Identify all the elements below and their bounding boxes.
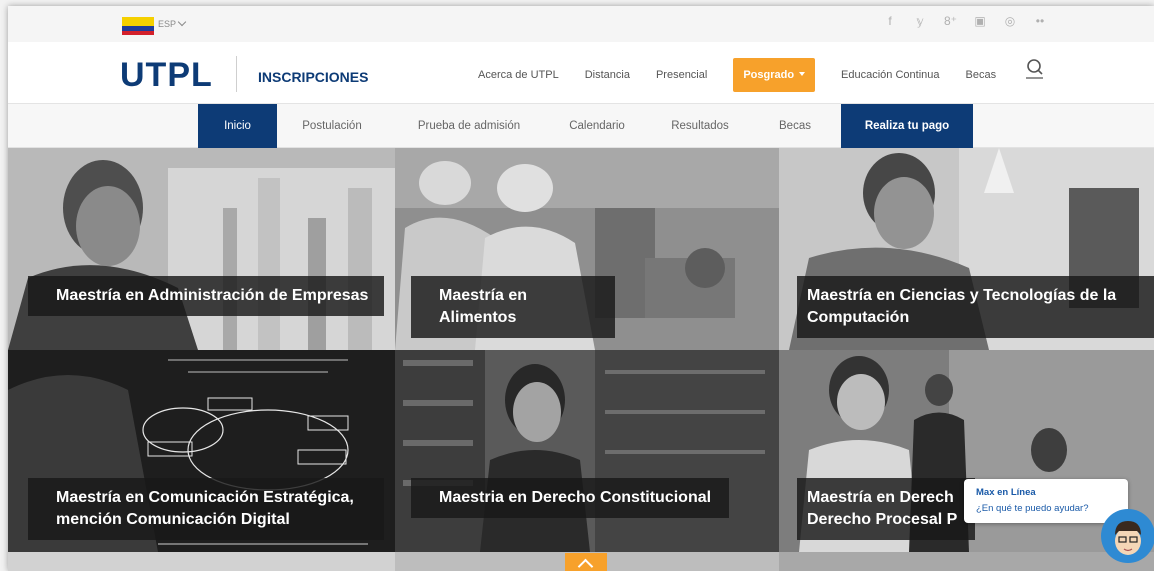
- program-title: Maestría en Administración de Empresas: [28, 276, 384, 316]
- scroll-top-button[interactable]: [565, 553, 607, 571]
- program-title: Maestría en Ciencias y Tecnologías de la…: [797, 276, 1154, 338]
- program-title-line1: Maestría en Alimentos: [439, 287, 528, 326]
- twitter-icon[interactable]: 𝕪: [914, 14, 926, 28]
- site-header: UTPL INSCRIPCIONES Acerca de UTPL Distan…: [8, 42, 1154, 104]
- program-tile-partial[interactable]: [8, 552, 395, 571]
- utpl-logo[interactable]: UTPL: [120, 56, 213, 95]
- nav-presencial[interactable]: Presencial: [656, 58, 707, 92]
- program-title-line1: Maestría en Administración de Empresas: [56, 287, 369, 304]
- program-photo: [395, 350, 779, 552]
- instagram-icon[interactable]: ◎: [1004, 14, 1016, 28]
- language-selector[interactable]: ESP: [158, 17, 187, 29]
- tab-resultados[interactable]: Resultados: [660, 104, 740, 148]
- program-title: Maestría en Comunicación Estratégica, me…: [28, 478, 384, 540]
- nav-becas[interactable]: Becas: [966, 58, 997, 92]
- tab-postulacion[interactable]: Postulación: [290, 104, 374, 148]
- program-title-line2: Derecho Procesal P: [807, 511, 958, 528]
- google-plus-icon[interactable]: 8⁺: [944, 14, 957, 28]
- nav-posgrado[interactable]: Posgrado: [733, 58, 816, 92]
- sub-navigation: Inicio Postulación Prueba de admisión Ca…: [8, 104, 1154, 148]
- caret-down-icon: [799, 72, 806, 76]
- chat-message: ¿En qué te puedo ayudar?: [976, 503, 1089, 514]
- program-title-line1: Maestría en Comunicación Estratégica,: [56, 489, 354, 506]
- youtube-icon[interactable]: ▣: [974, 14, 986, 28]
- tab-realiza-pago[interactable]: Realiza tu pago: [841, 104, 973, 148]
- program-tile-computacion[interactable]: Maestría en Ciencias y Tecnologías de la…: [779, 148, 1154, 350]
- program-title-line1: Maestría en Ciencias y Tecnologías de la: [807, 287, 1117, 304]
- facebook-icon[interactable]: f: [884, 14, 896, 28]
- tab-calendario[interactable]: Calendario: [560, 104, 634, 148]
- tab-becas[interactable]: Becas: [770, 104, 820, 148]
- nav-acerca[interactable]: Acerca de UTPL: [478, 58, 559, 92]
- tab-inicio[interactable]: Inicio: [198, 104, 277, 148]
- chat-avatar-icon[interactable]: [1101, 509, 1154, 563]
- chevron-down-icon: [177, 17, 187, 27]
- program-tile-comunicacion[interactable]: Maestría en Comunicación Estratégica, me…: [8, 350, 395, 552]
- nav-educacion-continua[interactable]: Educación Continua: [841, 58, 939, 92]
- search-icon[interactable]: [1025, 58, 1045, 80]
- program-title-line2: Computación: [807, 309, 910, 326]
- browser-page: ESP f 𝕪 8⁺ ▣ ◎ •• UTPL INSCRIPCIONES Ace…: [8, 6, 1154, 571]
- program-title-line1: Maestría en Derech: [807, 489, 954, 506]
- section-title[interactable]: INSCRIPCIONES: [258, 69, 368, 85]
- nav-posgrado-label: Posgrado: [743, 69, 795, 81]
- flickr-icon[interactable]: ••: [1034, 14, 1046, 28]
- program-title: Maestría en Derech Derecho Procesal P: [797, 478, 975, 540]
- chat-bubble[interactable]: Max en Línea ¿En qué te puedo ayudar?: [964, 479, 1128, 523]
- program-tile-alimentos[interactable]: Maestría en Alimentos: [395, 148, 779, 350]
- header-divider: [236, 56, 237, 92]
- nav-distancia[interactable]: Distancia: [585, 58, 630, 92]
- language-label: ESP: [158, 19, 177, 29]
- program-tile-partial[interactable]: [779, 552, 1154, 571]
- top-utility-bar: ESP f 𝕪 8⁺ ▣ ◎ ••: [8, 6, 1154, 42]
- main-navigation: Acerca de UTPL Distancia Presencial Posg…: [478, 58, 1022, 92]
- program-tile-administracion[interactable]: Maestría en Administración de Empresas: [8, 148, 395, 350]
- social-links: f 𝕪 8⁺ ▣ ◎ ••: [884, 14, 1046, 28]
- program-title: Maestría en Alimentos: [411, 276, 615, 338]
- chevron-up-icon: [577, 558, 594, 571]
- tab-prueba-admision[interactable]: Prueba de admisión: [404, 104, 534, 148]
- program-title-line1: Maestria en Derecho Constitucional: [439, 489, 712, 506]
- ecuador-flag-icon[interactable]: [122, 17, 154, 35]
- program-title-line2: mención Comunicación Digital: [56, 511, 290, 528]
- program-photo: [8, 148, 395, 350]
- program-tile-derecho-constitucional[interactable]: Maestria en Derecho Constitucional: [395, 350, 779, 552]
- program-title: Maestria en Derecho Constitucional: [411, 478, 729, 518]
- chat-agent-name: Max en Línea: [976, 487, 1036, 498]
